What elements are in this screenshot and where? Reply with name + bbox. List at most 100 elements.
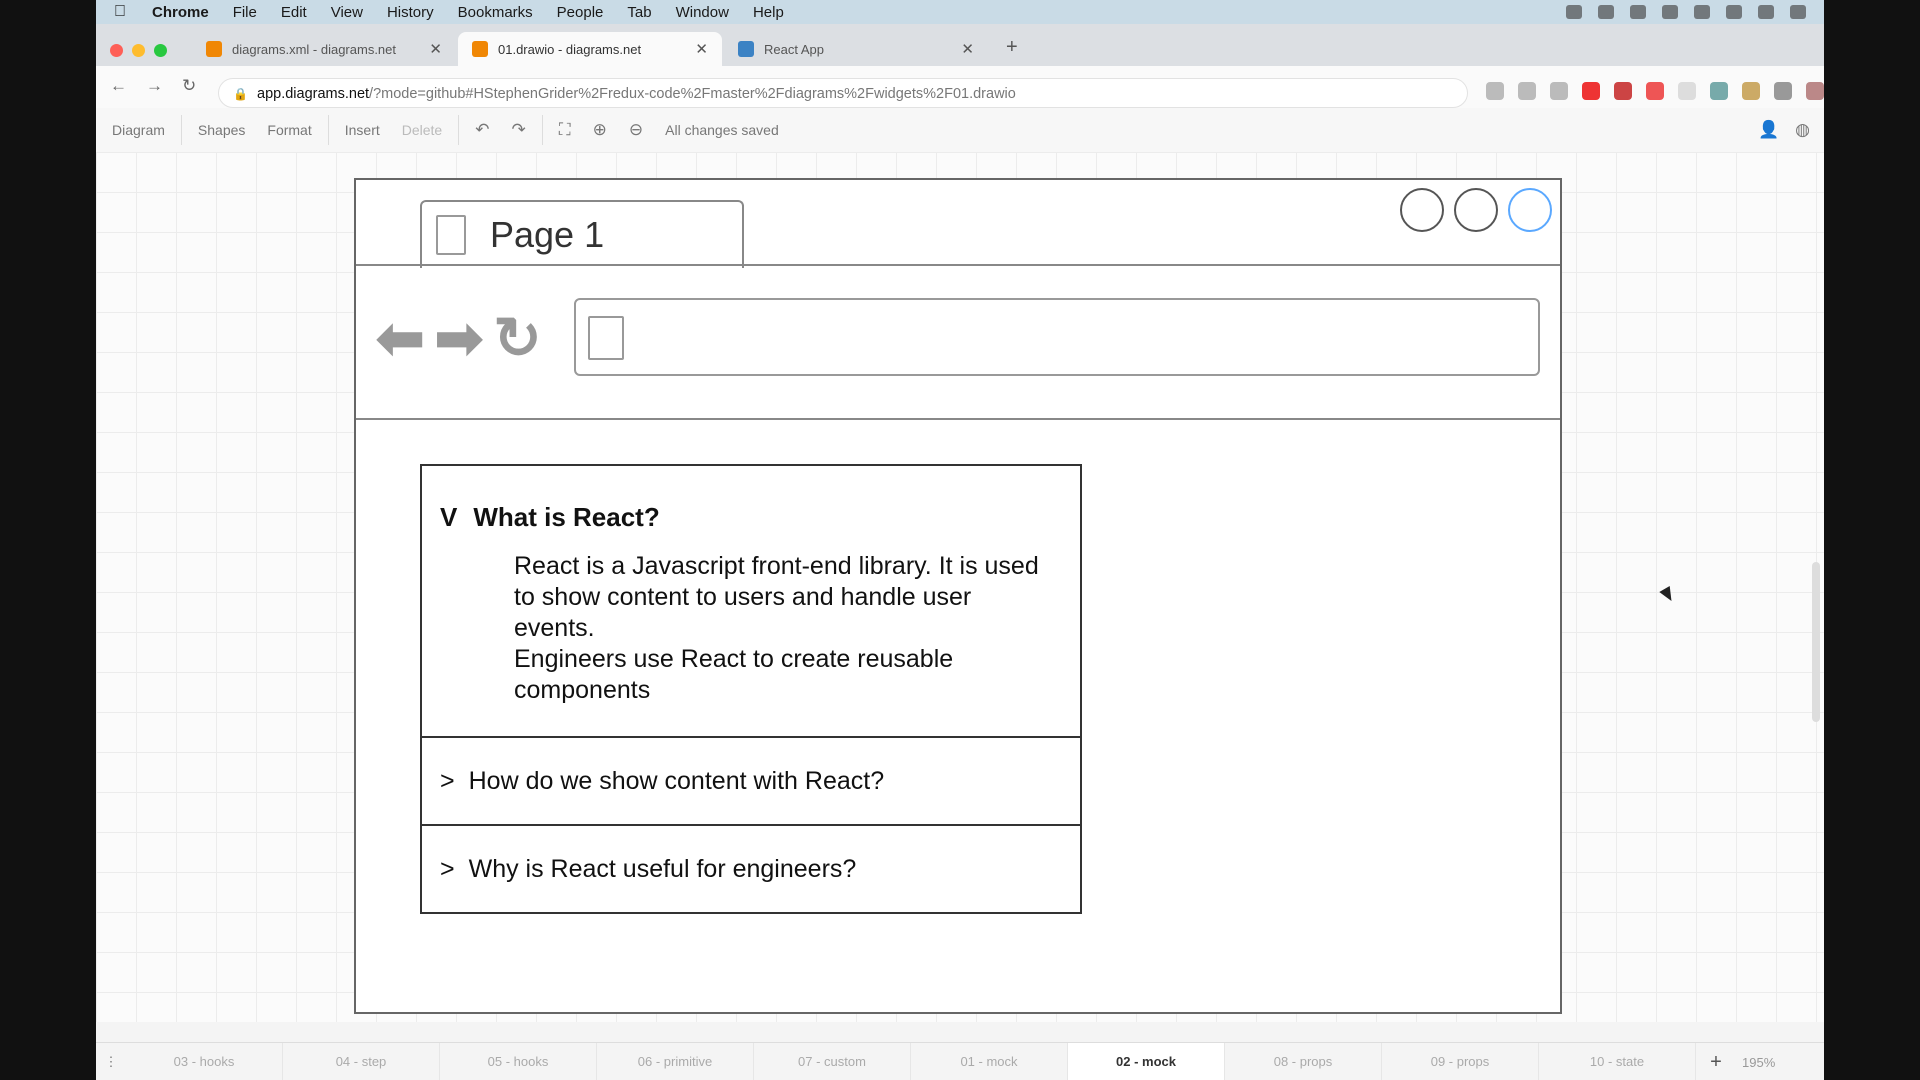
url-field[interactable]: 🔒 app.diagrams.net/?mode=github#HStephen… bbox=[218, 78, 1468, 108]
cast-icon[interactable] bbox=[1486, 82, 1504, 100]
divider bbox=[356, 418, 1560, 420]
zoom-out-icon[interactable]: ⊖ bbox=[629, 120, 643, 140]
zoom-in-icon[interactable]: ⊕ bbox=[593, 120, 607, 140]
content-line: to show content to users and handle user bbox=[514, 583, 972, 611]
menu-history[interactable]: History bbox=[387, 4, 434, 21]
accordion-title[interactable]: V What is React? bbox=[422, 466, 1080, 533]
menu-help[interactable]: Help bbox=[753, 4, 784, 21]
diagram-canvas[interactable]: Page 1 ⬅ ➡ ↻ V What is React? React is a … bbox=[96, 152, 1824, 1022]
accordion-title[interactable]: > How do we show content with React? bbox=[422, 738, 1080, 824]
mockup-nav-icons: ⬅ ➡ ↻ bbox=[376, 310, 542, 368]
status-icon[interactable] bbox=[1598, 5, 1614, 19]
forward-icon[interactable]: → bbox=[146, 76, 163, 96]
extension-icon[interactable] bbox=[1742, 82, 1760, 100]
pages-menu-icon[interactable]: ⋮ bbox=[96, 1054, 126, 1070]
search-icon[interactable] bbox=[1726, 5, 1742, 19]
mockup-tab[interactable]: Page 1 bbox=[420, 200, 744, 268]
collapsed-marker: > bbox=[440, 854, 455, 883]
status-icon[interactable] bbox=[1566, 5, 1582, 19]
menu-tab[interactable]: Tab bbox=[627, 4, 651, 21]
settings-icon[interactable] bbox=[1518, 82, 1536, 100]
window-controls bbox=[110, 44, 167, 57]
redo-icon[interactable]: ↷ bbox=[511, 120, 525, 140]
page-icon bbox=[436, 215, 466, 255]
diagram-menu[interactable]: Diagram bbox=[112, 122, 165, 138]
menu-people[interactable]: People bbox=[557, 4, 604, 21]
extension-icon[interactable] bbox=[1678, 82, 1696, 100]
undo-icon[interactable]: ↶ bbox=[475, 120, 489, 140]
browser-tab[interactable]: diagrams.xml - diagrams.net ✕ bbox=[192, 32, 456, 66]
page-tab-active[interactable]: 02 - mock bbox=[1068, 1043, 1225, 1080]
page-tab[interactable]: 08 - props bbox=[1225, 1043, 1382, 1080]
wifi-icon[interactable] bbox=[1662, 5, 1678, 19]
star-icon[interactable] bbox=[1550, 82, 1568, 100]
close-tab-icon[interactable]: ✕ bbox=[961, 40, 974, 58]
browser-tab[interactable]: React App ✕ bbox=[724, 32, 988, 66]
page-tab[interactable]: 01 - mock bbox=[911, 1043, 1068, 1080]
url-path: /?mode=github#HStephenGrider%2Fredux-cod… bbox=[369, 86, 1016, 102]
divider bbox=[356, 264, 1560, 266]
mouse-cursor-icon bbox=[1659, 585, 1677, 605]
page-tab[interactable]: 05 - hooks bbox=[440, 1043, 597, 1080]
minimize-window-icon[interactable] bbox=[132, 44, 145, 57]
browser-mockup[interactable]: Page 1 ⬅ ➡ ↻ V What is React? React is a … bbox=[354, 178, 1562, 1014]
menu-window[interactable]: Window bbox=[676, 4, 729, 21]
vertical-scrollbar[interactable] bbox=[1812, 562, 1820, 722]
extension-icon[interactable] bbox=[1710, 82, 1728, 100]
add-page-icon[interactable]: + bbox=[1696, 1051, 1736, 1074]
extension-icon[interactable] bbox=[1582, 82, 1600, 100]
toolbar-group: Insert Delete bbox=[329, 115, 460, 145]
extension-icon[interactable] bbox=[1774, 82, 1792, 100]
menu-edit[interactable]: Edit bbox=[281, 4, 307, 21]
page-tab[interactable]: 03 - hooks bbox=[126, 1043, 283, 1080]
page-tab[interactable]: 04 - step bbox=[283, 1043, 440, 1080]
delete-button[interactable]: Delete bbox=[402, 122, 442, 138]
new-tab-icon[interactable]: + bbox=[1006, 36, 1018, 59]
apple-icon[interactable]:  bbox=[114, 3, 134, 21]
page-tabs-bar: ⋮ 03 - hooks 04 - step 05 - hooks 06 - p… bbox=[96, 1042, 1824, 1080]
mac-menubar:  Chrome File Edit View History Bookmark… bbox=[96, 0, 1824, 24]
expanded-marker: V bbox=[440, 502, 458, 532]
page-tab[interactable]: 07 - custom bbox=[754, 1043, 911, 1080]
menu-bookmarks[interactable]: Bookmarks bbox=[458, 4, 533, 21]
close-window-icon[interactable] bbox=[110, 44, 123, 57]
extension-icon[interactable] bbox=[1646, 82, 1664, 100]
menu-chrome[interactable]: Chrome bbox=[152, 4, 209, 21]
accordion-title[interactable]: > Why is React useful for engineers? bbox=[422, 826, 1080, 912]
toolbar-group: Shapes Format bbox=[182, 115, 329, 145]
accordion[interactable]: V What is React? React is a Javascript fr… bbox=[420, 464, 1082, 914]
accordion-item[interactable]: > How do we show content with React? bbox=[422, 738, 1080, 826]
accordion-item[interactable]: > Why is React useful for engineers? bbox=[422, 826, 1080, 912]
siri-icon[interactable] bbox=[1758, 5, 1774, 19]
accordion-item-open[interactable]: V What is React? React is a Javascript fr… bbox=[422, 466, 1080, 738]
extension-icon[interactable] bbox=[1614, 82, 1632, 100]
insert-button[interactable]: Insert bbox=[345, 122, 380, 138]
format-button[interactable]: Format bbox=[267, 122, 311, 138]
menu-file[interactable]: File bbox=[233, 4, 257, 21]
avatar[interactable] bbox=[1806, 82, 1824, 100]
save-status: All changes saved bbox=[665, 122, 779, 138]
menu-view[interactable]: View bbox=[331, 4, 363, 21]
reload-icon[interactable]: ↻ bbox=[182, 76, 196, 96]
shapes-button[interactable]: Shapes bbox=[198, 122, 245, 138]
maximize-window-icon[interactable] bbox=[154, 44, 167, 57]
page-tab[interactable]: 10 - state bbox=[1539, 1043, 1696, 1080]
drawio-favicon-icon bbox=[472, 41, 488, 57]
browser-tab-active[interactable]: 01.drawio - diagrams.net ✕ bbox=[458, 32, 722, 66]
fullscreen-icon[interactable]: ⛶ bbox=[559, 120, 571, 140]
close-tab-icon[interactable]: ✕ bbox=[695, 40, 708, 58]
close-tab-icon[interactable]: ✕ bbox=[429, 40, 442, 58]
status-icon[interactable] bbox=[1630, 5, 1646, 19]
accordion-title-text: What is React? bbox=[473, 502, 660, 532]
back-icon[interactable]: ← bbox=[110, 76, 127, 96]
page-tab[interactable]: 06 - primitive bbox=[597, 1043, 754, 1080]
globe-icon[interactable]: ◍ bbox=[1795, 120, 1810, 140]
menu-list-icon[interactable] bbox=[1790, 5, 1806, 19]
user-icon[interactable]: 👤 bbox=[1758, 120, 1779, 140]
page-tab[interactable]: 09 - props bbox=[1382, 1043, 1539, 1080]
accordion-content: React is a Javascript front-end library.… bbox=[422, 533, 1080, 736]
mockup-forward-icon: ➡ bbox=[434, 306, 484, 371]
mockup-reload-icon: ↻ bbox=[493, 306, 542, 371]
zoom-level[interactable]: 195% bbox=[1742, 1055, 1802, 1070]
battery-icon[interactable] bbox=[1694, 5, 1710, 19]
